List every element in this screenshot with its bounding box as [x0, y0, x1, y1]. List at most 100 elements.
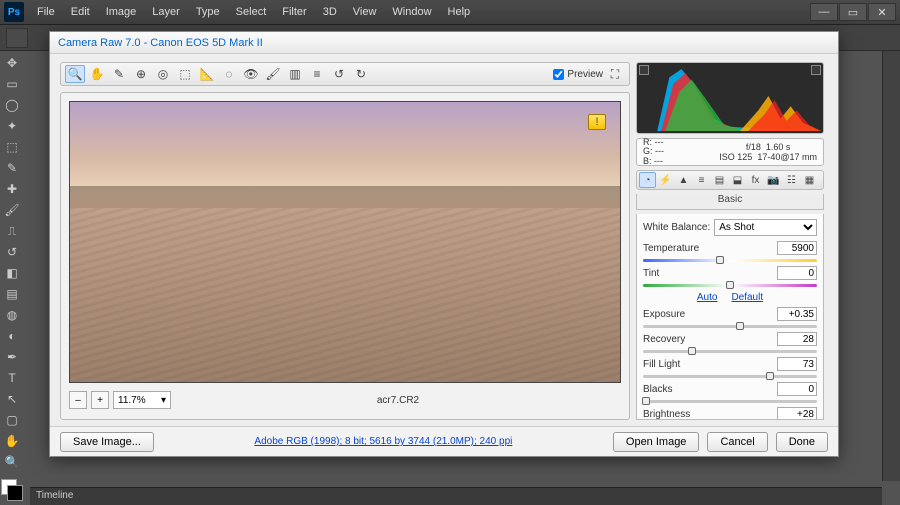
tab-detail-icon[interactable]: ▲ — [675, 172, 692, 188]
brush-tool-icon[interactable]: 🖌 — [1, 200, 23, 220]
preview-toggle[interactable]: Preview — [553, 69, 603, 80]
crop-tool-icon[interactable]: ⬚ — [1, 137, 23, 157]
menu-select[interactable]: Select — [229, 3, 274, 21]
minimize-button[interactable]: — — [810, 3, 838, 21]
redeye-icon[interactable]: 👁 — [241, 65, 261, 83]
grad-filter-icon[interactable]: ▥ — [285, 65, 305, 83]
menu-filter[interactable]: Filter — [275, 3, 313, 21]
rotate-ccw-icon[interactable]: ↺ — [329, 65, 349, 83]
move-tool-icon[interactable]: ✥ — [1, 53, 23, 73]
type-tool-icon[interactable]: T — [1, 368, 23, 388]
shadow-clip-icon[interactable] — [639, 65, 649, 75]
shape-tool-icon[interactable]: ▢ — [1, 410, 23, 430]
close-button[interactable]: ✕ — [868, 3, 896, 21]
brightness-input[interactable] — [777, 407, 817, 420]
tab-hsl-icon[interactable]: ≡ — [693, 172, 710, 188]
main-menu: File Edit Image Layer Type Select Filter… — [30, 3, 477, 21]
tab-snapshots-icon[interactable]: ▦ — [801, 172, 818, 188]
menu-type[interactable]: Type — [189, 3, 227, 21]
maximize-button[interactable]: ▭ — [839, 3, 867, 21]
lasso-tool-icon[interactable]: ◯ — [1, 95, 23, 115]
basic-panel: White Balance: As Shot Temperature Tint … — [636, 214, 824, 420]
image-preview[interactable]: ! i — [69, 101, 621, 383]
gradient-tool-icon[interactable]: ▤ — [1, 284, 23, 304]
hand-tool-icon[interactable]: ✋ — [87, 65, 107, 83]
menu-help[interactable]: Help — [441, 3, 478, 21]
done-button[interactable]: Done — [776, 432, 828, 452]
menu-image[interactable]: Image — [99, 3, 144, 21]
color-sampler-icon[interactable]: ⊕ — [131, 65, 151, 83]
menu-layer[interactable]: Layer — [145, 3, 187, 21]
hand-tool-icon[interactable]: ✋ — [1, 431, 23, 451]
path-tool-icon[interactable]: ↖ — [1, 389, 23, 409]
eyedropper-tool-icon[interactable]: ✎ — [1, 158, 23, 178]
pen-tool-icon[interactable]: ✒ — [1, 347, 23, 367]
tab-lens-icon[interactable]: ⬓ — [729, 172, 746, 188]
panel-dock[interactable] — [882, 51, 900, 481]
target-adjust-icon[interactable]: ◎ — [153, 65, 173, 83]
workflow-link[interactable]: Adobe RGB (1998); 8 bit; 5616 by 3744 (2… — [254, 436, 512, 447]
save-image-button[interactable]: Save Image... — [60, 432, 154, 452]
blacks-slider[interactable]: Blacks — [643, 382, 817, 405]
temperature-input[interactable] — [777, 241, 817, 255]
default-link[interactable]: Default — [731, 292, 763, 303]
filllight-input[interactable] — [777, 357, 817, 371]
tab-curve-icon[interactable]: ⚡ — [657, 172, 674, 188]
zoom-in-button[interactable]: + — [91, 391, 109, 409]
menu-file[interactable]: File — [30, 3, 62, 21]
filllight-slider[interactable]: Fill Light — [643, 357, 817, 380]
rotate-cw-icon[interactable]: ↻ — [351, 65, 371, 83]
zoom-dropdown[interactable]: 11.7%▾ — [113, 391, 171, 409]
wand-tool-icon[interactable]: ✦ — [1, 116, 23, 136]
wb-tool-icon[interactable]: ✎ — [109, 65, 129, 83]
spot-removal-icon[interactable]: ◌ — [219, 65, 239, 83]
straighten-icon[interactable]: 📐 — [197, 65, 217, 83]
prefs-icon[interactable]: ≡ — [307, 65, 327, 83]
menu-view[interactable]: View — [346, 3, 384, 21]
zoom-tool-icon[interactable]: 🔍 — [1, 452, 23, 472]
wb-dropdown[interactable]: As Shot — [714, 219, 817, 236]
menu-3d[interactable]: 3D — [316, 3, 344, 21]
history-brush-icon[interactable]: ↺ — [1, 242, 23, 262]
zoom-tool-icon[interactable]: 🔍 — [65, 65, 85, 83]
tab-split-icon[interactable]: ▤ — [711, 172, 728, 188]
histogram[interactable] — [636, 62, 824, 134]
tab-presets-icon[interactable]: ☷ — [783, 172, 800, 188]
blur-tool-icon[interactable]: ◍ — [1, 305, 23, 325]
temperature-slider[interactable]: Temperature — [643, 241, 817, 264]
dodge-tool-icon[interactable]: ◐ — [1, 326, 23, 346]
eraser-tool-icon[interactable]: ◧ — [1, 263, 23, 283]
brightness-slider[interactable]: Brightness — [643, 407, 817, 420]
filename-label: acr7.CR2 — [175, 395, 621, 406]
fullscreen-icon[interactable]: ⛶ — [605, 65, 625, 83]
tool-preset-icon[interactable] — [6, 28, 28, 48]
heal-tool-icon[interactable]: ✚ — [1, 179, 23, 199]
crop-tool-icon[interactable]: ⬚ — [175, 65, 195, 83]
info-icon[interactable]: i — [590, 354, 606, 370]
warning-icon[interactable]: ! — [588, 114, 606, 130]
tab-camera-icon[interactable]: 📷 — [765, 172, 782, 188]
recovery-slider[interactable]: Recovery — [643, 332, 817, 355]
stamp-tool-icon[interactable]: ⎍ — [1, 221, 23, 241]
tint-slider[interactable]: Tint — [643, 266, 817, 289]
auto-link[interactable]: Auto — [697, 292, 718, 303]
menu-edit[interactable]: Edit — [64, 3, 97, 21]
adjust-brush-icon[interactable]: 🖌 — [263, 65, 283, 83]
marquee-tool-icon[interactable]: ▭ — [1, 74, 23, 94]
color-swatches[interactable] — [1, 479, 23, 501]
tint-input[interactable] — [777, 266, 817, 280]
cancel-button[interactable]: Cancel — [707, 432, 767, 452]
preview-checkbox[interactable] — [553, 69, 564, 80]
blacks-input[interactable] — [777, 382, 817, 396]
recovery-input[interactable] — [777, 332, 817, 346]
exposure-slider[interactable]: Exposure — [643, 307, 817, 330]
tab-basic-icon[interactable]: ◔ — [639, 172, 656, 188]
menu-window[interactable]: Window — [385, 3, 438, 21]
tab-fx-icon[interactable]: fx — [747, 172, 764, 188]
timeline-panel[interactable]: Timeline — [30, 487, 882, 505]
zoom-out-button[interactable]: – — [69, 391, 87, 409]
exposure-input[interactable] — [777, 307, 817, 321]
highlight-clip-icon[interactable] — [811, 65, 821, 75]
open-image-button[interactable]: Open Image — [613, 432, 700, 452]
app-header: Ps File Edit Image Layer Type Select Fil… — [0, 0, 900, 25]
